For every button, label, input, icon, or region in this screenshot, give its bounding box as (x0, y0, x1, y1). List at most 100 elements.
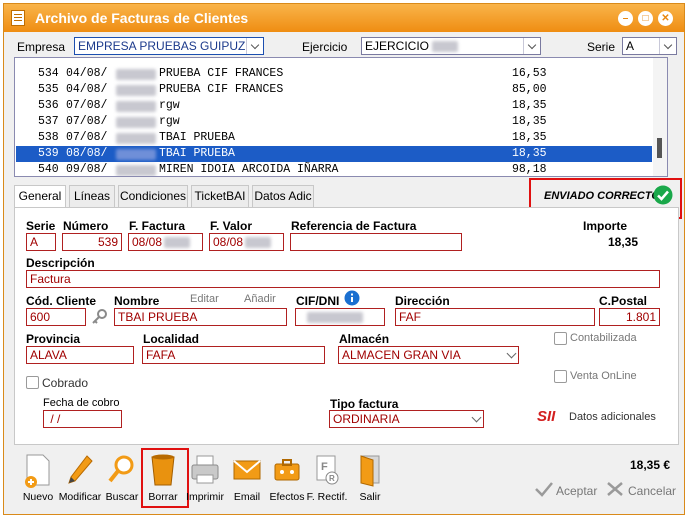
tab-datos-adic[interactable]: Datos Adic (252, 185, 314, 207)
fvalor-label: F. Valor (210, 219, 253, 233)
chevron-down-icon (506, 348, 517, 359)
datos-adicionales-label[interactable]: Datos adicionales (569, 411, 656, 423)
new-document-icon (25, 454, 50, 488)
modificar-button[interactable]: Modificar (59, 453, 101, 509)
editar-link[interactable]: Editar (190, 293, 219, 305)
restore-button[interactable]: □ (638, 11, 653, 26)
invoice-row[interactable]: 537 07/08/rgw 18,35 (16, 114, 652, 130)
serie-field[interactable]: A (26, 233, 56, 251)
cif-field[interactable] (295, 308, 385, 326)
invoice-list[interactable]: 534 04/08/PRUEBA CIF FRANCES 16,53 535 04/0… (14, 57, 668, 177)
document-icon (11, 10, 25, 26)
ejercicio-value: EJERCICIO (365, 39, 430, 53)
fecha-cobro-field[interactable]: / / (43, 410, 122, 428)
envelope-icon (233, 460, 261, 480)
direccion-field[interactable]: FAF (395, 308, 595, 326)
window-title: Archivo de Facturas de Clientes (35, 10, 249, 26)
localidad-label: Localidad (143, 332, 200, 346)
codcliente-label: Cód. Cliente (26, 294, 97, 308)
magnifier-icon (108, 455, 134, 483)
cif-label: CIF/DNI (296, 294, 340, 308)
cancelar-button[interactable]: Cancelar (628, 484, 676, 498)
total-amount: 18,35 € (630, 458, 671, 472)
referencia-field[interactable] (290, 233, 462, 251)
anadir-link[interactable]: Añadir (244, 293, 276, 305)
pencil-icon (68, 455, 93, 484)
empresa-select[interactable]: EMPRESA PRUEBAS GUIPUZCOA (74, 37, 264, 55)
email-button[interactable]: Email (227, 453, 267, 509)
numero-label: Número (63, 219, 109, 233)
cobrado-checkbox[interactable] (26, 376, 39, 389)
invoice-row-selected[interactable]: 539 08/08/TBAI PRUEBA 18,35 (16, 146, 652, 162)
close-button[interactable]: ✕ (658, 11, 673, 26)
invoice-row[interactable]: 536 07/08/rgw 18,35 (16, 98, 652, 114)
venta-online-label: Venta OnLine (570, 370, 637, 382)
invoice-row[interactable]: 538 07/08/TBAI PRUEBA 18,35 (16, 130, 652, 146)
direccion-label: Dirección (395, 294, 450, 308)
serie-value: A (626, 39, 635, 53)
printer-icon (191, 455, 219, 484)
check-icon (535, 482, 553, 497)
tab-general[interactable]: General (14, 185, 66, 208)
codcliente-field[interactable]: 600 (26, 308, 86, 326)
descripcion-field[interactable]: Factura (26, 270, 660, 288)
aceptar-button[interactable]: Aceptar (556, 484, 597, 498)
contabilizada-label: Contabilizada (570, 332, 637, 344)
list-scrollbar[interactable] (653, 58, 667, 176)
tipo-factura-label: Tipo factura (330, 397, 399, 411)
referencia-label: Referencia de Factura (291, 219, 417, 233)
ffactura-field[interactable]: 08/08 (128, 233, 203, 251)
descripcion-label: Descripción (26, 256, 95, 270)
efectos-button[interactable]: Efectos (267, 453, 307, 509)
numero-field[interactable]: 539 (62, 233, 122, 251)
info-icon[interactable] (344, 290, 360, 306)
importe-value: 18,35 (608, 235, 639, 249)
serie-select[interactable]: A (622, 37, 677, 55)
minimize-button[interactable]: – (618, 11, 633, 26)
venta-online-checkbox[interactable] (554, 370, 567, 383)
almacen-select[interactable]: ALMACEN GRAN VIA (338, 346, 519, 364)
invoice-row[interactable]: 535 04/08/PRUEBA CIF FRANCES 85,00 (16, 82, 652, 98)
chevron-down-icon (471, 412, 482, 423)
ejercicio-label: Ejercicio (302, 40, 348, 54)
tab-condiciones[interactable]: Condiciones (118, 185, 188, 207)
tab-lineas[interactable]: Líneas (69, 185, 115, 207)
provincia-field[interactable]: ALAVA (26, 346, 134, 364)
cobrado-label: Cobrado (42, 376, 89, 390)
fvalor-field[interactable]: 08/08 (209, 233, 284, 251)
empresa-value: EMPRESA PRUEBAS GUIPUZCOA (78, 39, 264, 53)
localidad-field[interactable]: FAFA (142, 346, 325, 364)
briefcase-icon (274, 459, 300, 481)
contabilizada-checkbox[interactable] (554, 332, 567, 345)
tipo-factura-select[interactable]: ORDINARIA (329, 410, 484, 428)
f-rectif-button[interactable]: FR F. Rectif. (307, 453, 347, 509)
scroll-thumb[interactable] (657, 138, 662, 158)
title-bar: Archivo de Facturas de Clientes – □ ✕ (4, 4, 684, 32)
almacen-label: Almacén (339, 332, 390, 346)
nombre-field[interactable]: TBAI PRUEBA (114, 308, 287, 326)
imprimir-button[interactable]: Imprimir (185, 453, 225, 509)
rectify-invoice-icon: FR (316, 455, 339, 485)
tab-ticketbai[interactable]: TicketBAI (191, 185, 249, 207)
cpostal-field[interactable]: 1.801 (599, 308, 660, 326)
nuevo-button[interactable]: Nuevo (18, 453, 58, 509)
salir-button[interactable]: Salir (350, 453, 390, 509)
key-icon[interactable] (90, 308, 108, 326)
ffactura-label: F. Factura (129, 219, 186, 233)
svg-text:F: F (321, 461, 328, 473)
cancel-icon (607, 482, 623, 496)
invoice-row[interactable]: 534 04/08/PRUEBA CIF FRANCES 16,53 (16, 66, 652, 82)
serie-label: Serie (587, 40, 616, 54)
check-circle-icon (653, 185, 673, 205)
invoice-row[interactable]: 540 09/08/MIREN IDOIA ARCOIDA IÑARRA 98,18 (16, 162, 652, 176)
svg-text:R: R (329, 474, 335, 483)
provincia-label: Provincia (26, 332, 81, 346)
cpostal-label: C.Postal (599, 294, 648, 308)
ejercicio-select[interactable]: EJERCICIO (361, 37, 541, 55)
nombre-label: Nombre (114, 294, 160, 308)
empresa-label: Empresa (17, 40, 66, 54)
importe-label: Importe (583, 219, 628, 233)
serie-field-label: Serie (26, 219, 56, 233)
buscar-button[interactable]: Buscar (102, 453, 142, 509)
exit-door-icon (360, 455, 380, 487)
